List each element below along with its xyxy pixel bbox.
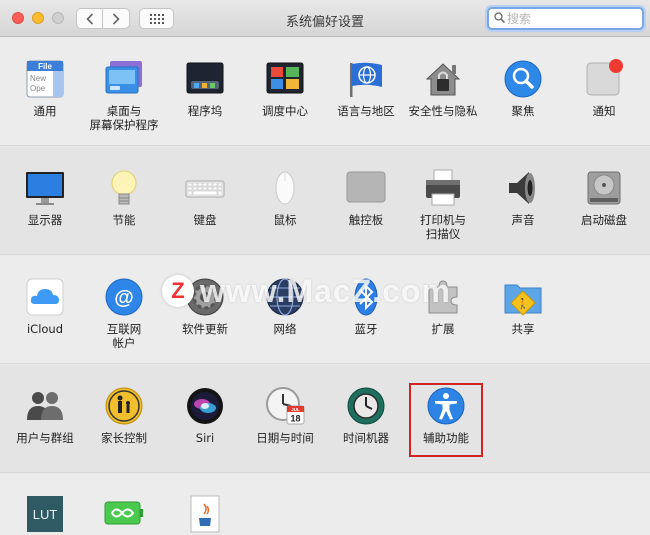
energy-saver-icon xyxy=(111,170,137,205)
notifications-icon xyxy=(586,59,623,96)
svg-text:Ope: Ope xyxy=(30,84,46,93)
infinity-battery-icon xyxy=(104,501,143,525)
sound-icon xyxy=(509,172,535,204)
pane-label: 语言与地区 xyxy=(337,104,395,118)
pane-label: 通知 xyxy=(592,104,616,118)
mouse-icon xyxy=(275,171,295,205)
watermark: Z www.MacZ.com xyxy=(162,273,451,309)
selection-highlight xyxy=(409,383,483,457)
search-icon xyxy=(494,12,506,26)
pane-label: 通用 xyxy=(33,104,57,118)
svg-text:18: 18 xyxy=(290,414,300,424)
svg-text:JUL: JUL xyxy=(291,407,300,412)
pane-label: Siri xyxy=(195,431,215,445)
displays-icon xyxy=(26,172,64,205)
java-icon xyxy=(190,495,220,533)
siri-icon xyxy=(187,388,223,424)
icloud-icon xyxy=(26,278,64,316)
pane-label: 安全性与隐私 xyxy=(408,104,478,118)
svg-text:File: File xyxy=(38,62,52,71)
lut-icon: LUT xyxy=(27,496,63,532)
spotlight-icon xyxy=(504,60,542,98)
svg-text:@: @ xyxy=(114,287,134,309)
trackpad-icon xyxy=(346,171,386,203)
parental-controls-icon xyxy=(105,387,143,425)
general-icon: File New Ope xyxy=(26,60,64,98)
time-machine-icon xyxy=(347,387,385,425)
pane-label: 互联网 帐户 xyxy=(106,322,142,350)
internet-accounts-icon: @ xyxy=(105,278,143,316)
title-bar: 系统偏好设置 xyxy=(0,0,650,37)
search-input[interactable] xyxy=(507,10,637,27)
section-hardware xyxy=(0,147,650,255)
pane-label: 调度中心 xyxy=(262,104,308,118)
section-other xyxy=(0,474,650,535)
pane-label: 网络 xyxy=(273,322,297,336)
keyboard-icon xyxy=(185,180,225,198)
pane-label: 聚焦 xyxy=(511,104,535,118)
language-region-icon xyxy=(350,62,382,97)
printer-icon xyxy=(426,169,460,206)
pane-label: 节能 xyxy=(112,213,136,227)
svg-text:LUT: LUT xyxy=(33,507,58,522)
dock-icon xyxy=(186,62,224,94)
pane-label: 桌面与 屏幕保护程序 xyxy=(89,104,159,132)
desktop-screensaver-icon xyxy=(105,61,142,94)
sharing-icon: 🚶 xyxy=(504,284,542,316)
pane-label: iCloud xyxy=(26,322,64,336)
svg-text:New: New xyxy=(30,74,46,83)
pane-label: 时间机器 xyxy=(343,431,389,445)
pane-label: 鼠标 xyxy=(273,213,297,227)
pane-label: 软件更新 xyxy=(182,322,228,336)
security-privacy-icon xyxy=(425,63,461,96)
pane-label: 日期与时间 xyxy=(256,431,314,445)
pane-label: 共享 xyxy=(511,322,535,336)
pane-label: 键盘 xyxy=(193,213,217,227)
pane-label: 扩展 xyxy=(431,322,455,336)
date-time-icon: JUL 18 xyxy=(266,387,305,425)
pane-label: 启动磁盘 xyxy=(581,213,627,227)
pane-label: 家长控制 xyxy=(101,431,147,445)
section-system xyxy=(0,365,650,473)
startup-disk-icon xyxy=(587,171,621,205)
search-field[interactable] xyxy=(487,7,644,30)
pane-label: 用户与群组 xyxy=(16,431,74,445)
svg-text:🚶: 🚶 xyxy=(517,297,529,310)
watermark-text: www.MacZ.com xyxy=(200,272,451,309)
pane-label: 显示器 xyxy=(27,213,63,227)
watermark-badge: Z xyxy=(162,275,194,307)
users-groups-icon xyxy=(27,392,63,420)
pane-label: 触控板 xyxy=(348,213,384,227)
pane-label: 蓝牙 xyxy=(354,322,378,336)
pane-label: 声音 xyxy=(511,213,535,227)
pane-label: 程序坞 xyxy=(187,104,223,118)
pane-label: 打印机与 扫描仪 xyxy=(420,213,466,241)
mission-control-icon xyxy=(266,62,304,94)
